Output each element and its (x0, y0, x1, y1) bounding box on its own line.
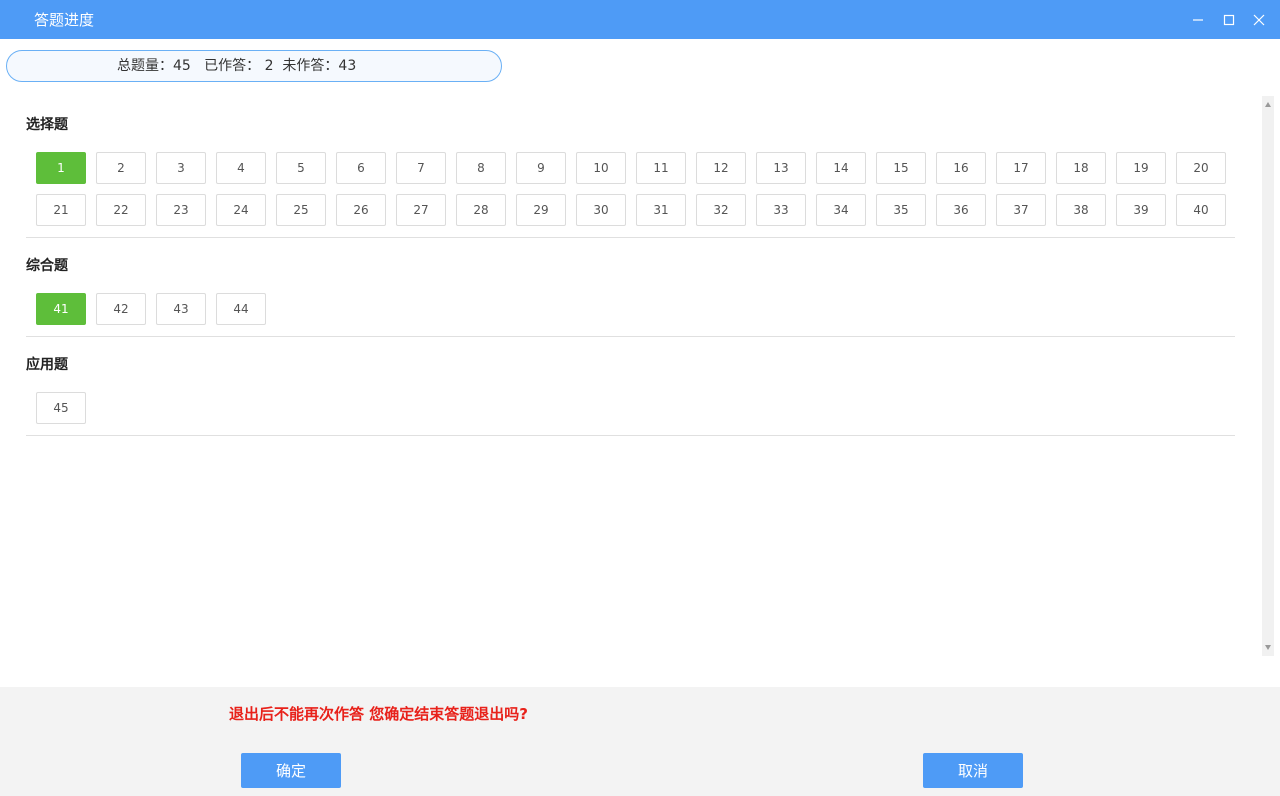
confirm-button[interactable]: 确定 (241, 753, 341, 788)
section-choice: 选择题 1 2 3 4 5 6 7 8 9 10 11 12 13 14 15 16 17 18 19 20 21 22 2… (26, 96, 1235, 238)
cancel-button[interactable]: 取消 (923, 753, 1023, 788)
question-button[interactable]: 20 (1176, 152, 1226, 184)
question-button[interactable]: 44 (216, 293, 266, 325)
question-button[interactable]: 12 (696, 152, 746, 184)
exit-warning: 退出后不能再次作答 您确定结束答题退出吗? (229, 705, 528, 723)
question-button[interactable]: 39 (1116, 194, 1166, 226)
footer: 退出后不能再次作答 您确定结束答题退出吗? 确定 取消 (0, 687, 1280, 796)
maximize-icon[interactable] (1219, 10, 1239, 30)
question-button[interactable]: 1 (36, 152, 86, 184)
question-button[interactable]: 5 (276, 152, 326, 184)
question-button[interactable]: 30 (576, 194, 626, 226)
question-button[interactable]: 7 (396, 152, 446, 184)
vertical-scrollbar[interactable] (1262, 96, 1274, 656)
question-button[interactable]: 6 (336, 152, 386, 184)
question-button[interactable]: 41 (36, 293, 86, 325)
question-button[interactable]: 3 (156, 152, 206, 184)
title-bar: 答题进度 (0, 0, 1280, 39)
question-button[interactable]: 43 (156, 293, 206, 325)
question-button[interactable]: 42 (96, 293, 146, 325)
question-button[interactable]: 15 (876, 152, 926, 184)
question-button[interactable]: 19 (1116, 152, 1166, 184)
question-button[interactable]: 26 (336, 194, 386, 226)
question-button[interactable]: 45 (36, 392, 86, 424)
minimize-icon[interactable] (1188, 10, 1208, 30)
question-button[interactable]: 29 (516, 194, 566, 226)
question-button[interactable]: 8 (456, 152, 506, 184)
question-button[interactable]: 27 (396, 194, 446, 226)
question-button[interactable]: 36 (936, 194, 986, 226)
question-button[interactable]: 18 (1056, 152, 1106, 184)
question-button[interactable]: 13 (756, 152, 806, 184)
question-button[interactable]: 40 (1176, 194, 1226, 226)
close-icon[interactable] (1249, 10, 1269, 30)
question-button[interactable]: 31 (636, 194, 686, 226)
question-button[interactable]: 35 (876, 194, 926, 226)
question-panel: 选择题 1 2 3 4 5 6 7 8 9 10 11 12 13 14 15 16 17 18 19 20 21 22 2… (0, 96, 1262, 656)
question-button[interactable]: 10 (576, 152, 626, 184)
question-button[interactable]: 23 (156, 194, 206, 226)
section-comprehensive: 综合题 41 42 43 44 (26, 237, 1235, 337)
question-button[interactable]: 9 (516, 152, 566, 184)
question-button[interactable]: 21 (36, 194, 86, 226)
question-button[interactable]: 24 (216, 194, 266, 226)
question-button[interactable]: 4 (216, 152, 266, 184)
question-button[interactable]: 2 (96, 152, 146, 184)
question-button[interactable]: 14 (816, 152, 866, 184)
section-application: 应用题 45 (26, 336, 1235, 436)
question-button[interactable]: 34 (816, 194, 866, 226)
question-button[interactable]: 28 (456, 194, 506, 226)
summary-text: 总题量：45 已作答： 2 未作答：43 (117, 58, 357, 74)
question-button[interactable]: 22 (96, 194, 146, 226)
question-button[interactable]: 37 (996, 194, 1046, 226)
section-title: 应用题 (26, 357, 68, 373)
question-button[interactable]: 38 (1056, 194, 1106, 226)
scroll-down-icon[interactable] (1265, 645, 1271, 650)
section-title: 综合题 (26, 258, 68, 274)
scroll-up-icon[interactable] (1265, 102, 1271, 107)
question-button[interactable]: 11 (636, 152, 686, 184)
question-button[interactable]: 32 (696, 194, 746, 226)
question-button[interactable]: 16 (936, 152, 986, 184)
question-button[interactable]: 33 (756, 194, 806, 226)
question-button[interactable]: 17 (996, 152, 1046, 184)
question-button[interactable]: 25 (276, 194, 326, 226)
window-title: 答题进度 (34, 11, 95, 29)
answer-summary: 总题量：45 已作答： 2 未作答：43 (6, 50, 502, 82)
section-title: 选择题 (26, 117, 68, 133)
